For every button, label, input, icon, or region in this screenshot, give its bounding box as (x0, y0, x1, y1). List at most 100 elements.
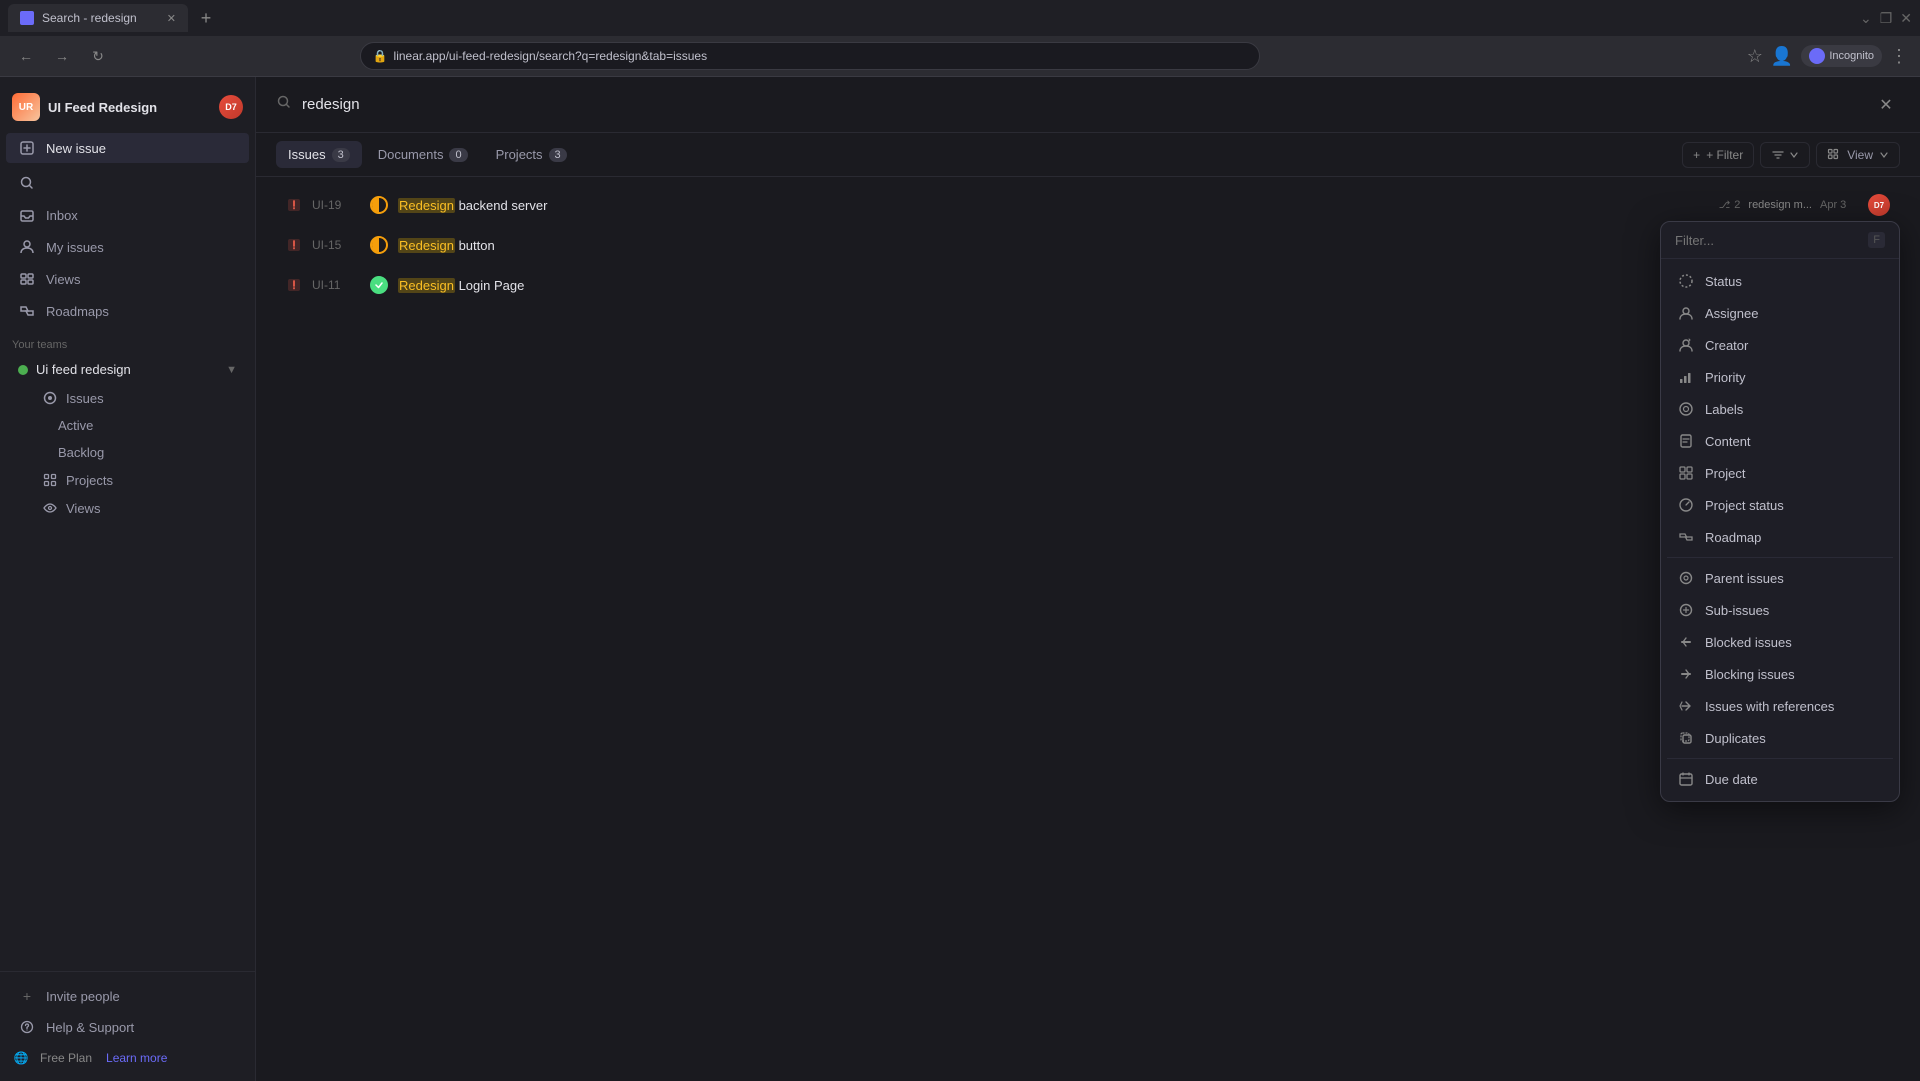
sidebar-item-my-issues[interactable]: My issues (6, 232, 249, 262)
workspace-header[interactable]: UR UI Feed Redesign D7 (0, 85, 255, 129)
table-row[interactable]: UI-11 Redesign Login Page Feature Mar 31 (276, 265, 1900, 305)
view-button[interactable]: View (1816, 142, 1900, 168)
sidebar-sub-views[interactable]: Views (6, 495, 249, 521)
filter-button[interactable]: + + Filter (1682, 142, 1754, 168)
tab-documents[interactable]: Documents 0 (366, 141, 480, 168)
help-label: Help & Support (46, 1020, 134, 1035)
browser-nav-bar: ← → ↻ 🔒 linear.app/ui-feed-redesign/sear… (0, 36, 1920, 76)
issue-project: redesign m... (1748, 199, 1812, 211)
filter-item-priority[interactable]: Priority (1667, 361, 1893, 393)
sidebar-sub-backlog[interactable]: Backlog (6, 440, 249, 465)
sidebar-sub-projects[interactable]: Projects (6, 467, 249, 493)
filter-item-project[interactable]: Project (1667, 457, 1893, 489)
issue-assignee-avatar: D7 (1868, 194, 1890, 216)
tab-close-button[interactable]: ✕ (167, 12, 176, 25)
issue-date: Apr 3 (1820, 199, 1860, 211)
invite-label: Invite people (46, 989, 120, 1004)
table-row[interactable]: UI-15 Redesign button 🗓 Apr 8 Apr 1 CC (276, 225, 1900, 265)
filter-item-sub-issues[interactable]: Sub-issues (1667, 594, 1893, 626)
sidebar-item-views[interactable]: Views (6, 264, 249, 294)
sidebar-team-header[interactable]: Ui feed redesign ▼ (6, 356, 249, 383)
blocking-issues-icon (1677, 665, 1695, 683)
close-window-button[interactable]: ✕ (1900, 10, 1912, 27)
sort-icon (1771, 148, 1785, 162)
team-dot (18, 365, 28, 375)
project-icon (1677, 464, 1695, 482)
tab-documents-count: 0 (449, 148, 467, 162)
filter-sub-issues-label: Sub-issues (1705, 603, 1769, 618)
issue-title-highlight: Redesign (398, 238, 455, 253)
workspace-avatar: UR (12, 93, 40, 121)
sidebar-search-button[interactable] (6, 168, 249, 198)
filter-status-label: Status (1705, 274, 1742, 289)
filter-item-blocked-issues[interactable]: Blocked issues (1667, 626, 1893, 658)
sidebar-sub-issues[interactable]: Issues (6, 385, 249, 411)
search-header: ✕ (256, 77, 1920, 133)
filter-item-assignee[interactable]: Assignee (1667, 297, 1893, 329)
filter-content-label: Content (1705, 434, 1751, 449)
branch-icon: ⎇ (1719, 200, 1731, 211)
new-issue-icon (18, 139, 36, 157)
search-close-button[interactable]: ✕ (1872, 91, 1900, 119)
status-icon (1677, 272, 1695, 290)
issue-title-highlight: Redesign (398, 198, 455, 213)
plan-label: Free Plan (40, 1051, 92, 1065)
status-in-progress-icon (370, 236, 388, 254)
invite-people-button[interactable]: + Invite people (6, 981, 249, 1011)
new-tab-button[interactable]: + (192, 4, 220, 32)
assignee-icon (1677, 304, 1695, 322)
tab-projects[interactable]: Projects 3 (484, 141, 579, 168)
help-support-button[interactable]: Help & Support (6, 1012, 249, 1042)
priority-filter-icon (1677, 368, 1695, 386)
filter-item-references[interactable]: Issues with references (1667, 690, 1893, 722)
filter-item-blocking-issues[interactable]: Blocking issues (1667, 658, 1893, 690)
tab-issues[interactable]: Issues 3 (276, 141, 362, 168)
bookmark-button[interactable]: ☆ (1747, 46, 1763, 67)
issues-icon (42, 390, 58, 406)
filter-item-duplicates[interactable]: Duplicates (1667, 722, 1893, 754)
filter-item-roadmap[interactable]: Roadmap (1667, 521, 1893, 553)
filter-item-status[interactable]: Status (1667, 265, 1893, 297)
new-issue-label: New issue (46, 141, 106, 156)
sidebar-item-roadmaps[interactable]: Roadmaps (6, 296, 249, 326)
filter-blocked-issues-label: Blocked issues (1705, 635, 1792, 650)
issue-title-highlight: Redesign (398, 278, 455, 293)
profile-button[interactable]: 👤 (1771, 46, 1793, 67)
filter-item-project-status[interactable]: Project status (1667, 489, 1893, 521)
table-row[interactable]: UI-19 Redesign backend server ⎇ 2 redesi… (276, 185, 1900, 225)
back-button[interactable]: ← (12, 42, 40, 70)
search-input[interactable] (302, 96, 1862, 113)
sidebar-sub-active[interactable]: Active (6, 413, 249, 438)
active-tab[interactable]: Search - redesign ✕ (8, 4, 188, 32)
filter-item-content[interactable]: Content (1667, 425, 1893, 457)
filter-item-parent-issues[interactable]: Parent issues (1667, 562, 1893, 594)
filter-search-input[interactable] (1675, 233, 1860, 248)
filter-divider-1 (1667, 557, 1893, 558)
sidebar-item-inbox[interactable]: Inbox (6, 200, 249, 230)
team-chevron-icon: ▼ (226, 364, 237, 376)
address-bar[interactable]: 🔒 linear.app/ui-feed-redesign/search?q=r… (360, 42, 1260, 70)
learn-more-link[interactable]: Learn more (106, 1051, 167, 1065)
menu-button[interactable]: ⋮ (1890, 46, 1908, 67)
sub-issues-icon (1677, 601, 1695, 619)
filter-list: Status Assignee (1661, 259, 1899, 801)
view-icon (1827, 148, 1841, 162)
restore-button[interactable]: ❐ (1880, 10, 1893, 27)
sort-chevron-icon (1789, 150, 1799, 160)
filter-duplicates-label: Duplicates (1705, 731, 1766, 746)
roadmap-icon (1677, 528, 1695, 546)
filter-item-creator[interactable]: Creator (1667, 329, 1893, 361)
new-issue-button[interactable]: New issue (6, 133, 249, 163)
address-text: linear.app/ui-feed-redesign/search?q=red… (394, 49, 708, 63)
tab-issues-count: 3 (332, 148, 350, 162)
sort-button[interactable] (1760, 142, 1810, 168)
minimize-button[interactable]: ⌄ (1860, 10, 1872, 27)
filter-item-labels[interactable]: Labels (1667, 393, 1893, 425)
issue-branch: ⎇ 2 (1719, 199, 1741, 211)
sidebar: UR UI Feed Redesign D7 New issue (0, 77, 256, 1081)
reload-button[interactable]: ↻ (84, 42, 112, 70)
filter-item-due-date[interactable]: Due date (1667, 763, 1893, 795)
issue-title: Redesign button (398, 238, 1739, 253)
forward-button[interactable]: → (48, 42, 76, 70)
main-content: ✕ Issues 3 Documents 0 Projects 3 (256, 77, 1920, 1081)
